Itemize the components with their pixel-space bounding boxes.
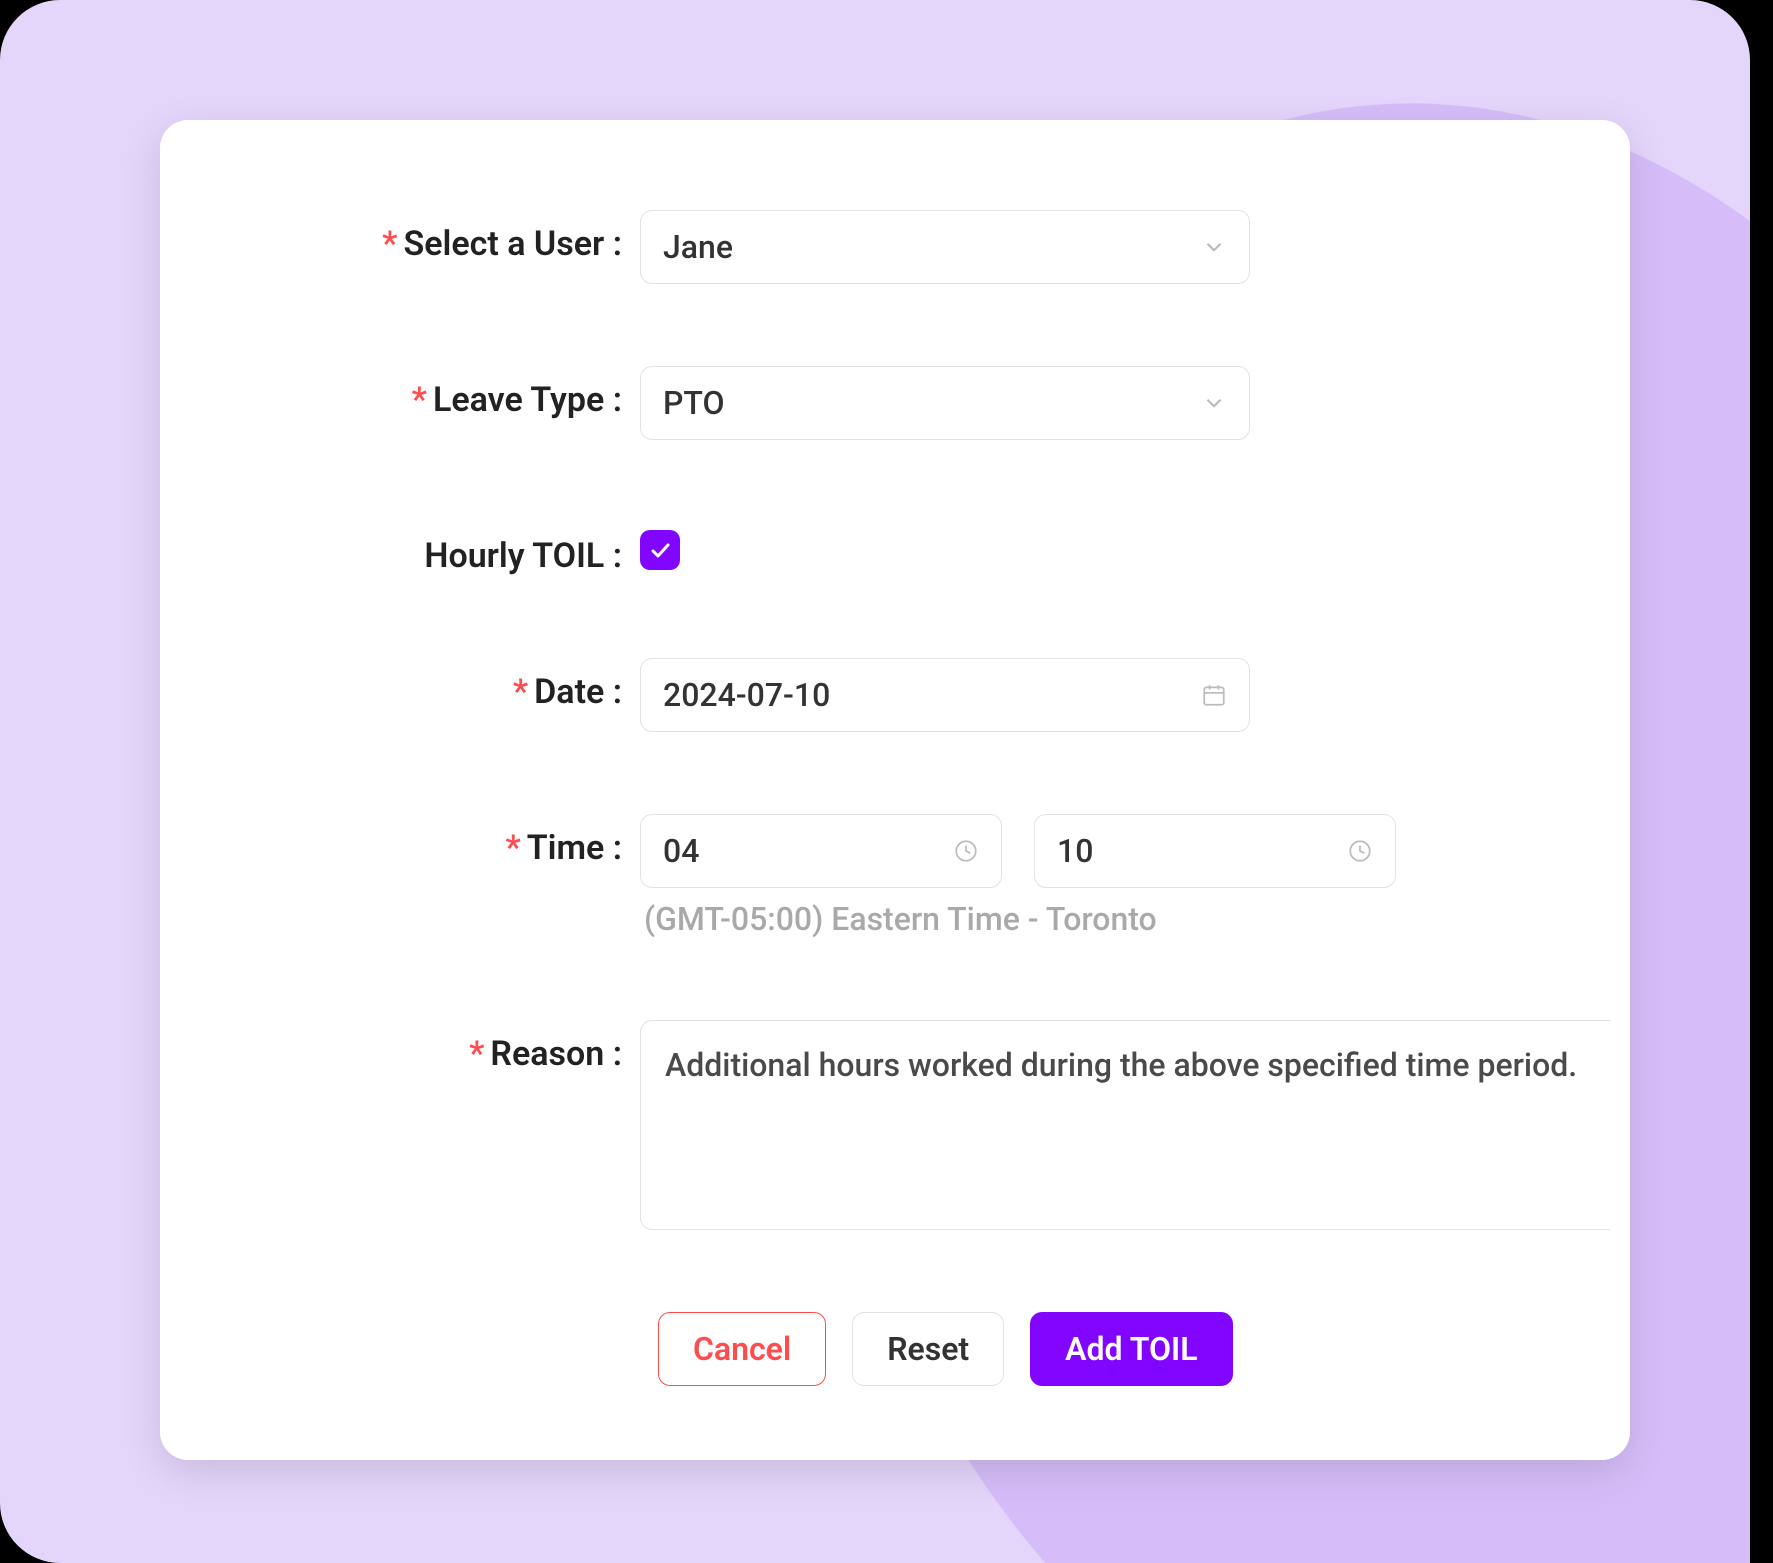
date-input[interactable]: 2024-07-10 xyxy=(640,658,1250,732)
leave-type-select-value: PTO xyxy=(663,384,725,422)
chevron-down-icon xyxy=(1201,390,1227,416)
button-row: Cancel Reset Add TOIL xyxy=(658,1312,1630,1386)
hourly-toil-label: Hourly TOIL : xyxy=(160,522,640,576)
chevron-down-icon xyxy=(1201,234,1227,260)
user-select[interactable]: Jane xyxy=(640,210,1250,284)
form-card: *Select a User : Jane *Leave Type : PTO xyxy=(160,120,1630,1460)
time-start-value: 04 xyxy=(663,832,699,870)
time-start-input[interactable]: 04 xyxy=(640,814,1002,888)
reason-textarea-value: Additional hours worked during the above… xyxy=(665,1043,1577,1088)
time-label: *Time : xyxy=(160,814,640,868)
hourly-toil-checkbox[interactable] xyxy=(640,530,680,570)
time-end-value: 10 xyxy=(1057,832,1093,870)
reason-label: *Reason : xyxy=(160,1020,640,1074)
reason-textarea[interactable]: Additional hours worked during the above… xyxy=(640,1020,1610,1230)
reset-button[interactable]: Reset xyxy=(852,1312,1004,1386)
time-end-input[interactable]: 10 xyxy=(1034,814,1396,888)
date-label: *Date : xyxy=(160,658,640,712)
user-label: *Select a User : xyxy=(160,210,640,264)
cancel-button[interactable]: Cancel xyxy=(658,1312,826,1386)
clock-icon xyxy=(953,838,979,864)
timezone-text: (GMT-05:00) Eastern Time - Toronto xyxy=(644,900,1157,938)
leave-type-label: *Leave Type : xyxy=(160,366,640,420)
calendar-icon xyxy=(1201,682,1227,708)
leave-type-select[interactable]: PTO xyxy=(640,366,1250,440)
user-select-value: Jane xyxy=(663,228,733,266)
clock-icon xyxy=(1347,838,1373,864)
date-input-value: 2024-07-10 xyxy=(663,676,830,714)
add-toil-button[interactable]: Add TOIL xyxy=(1030,1312,1232,1386)
